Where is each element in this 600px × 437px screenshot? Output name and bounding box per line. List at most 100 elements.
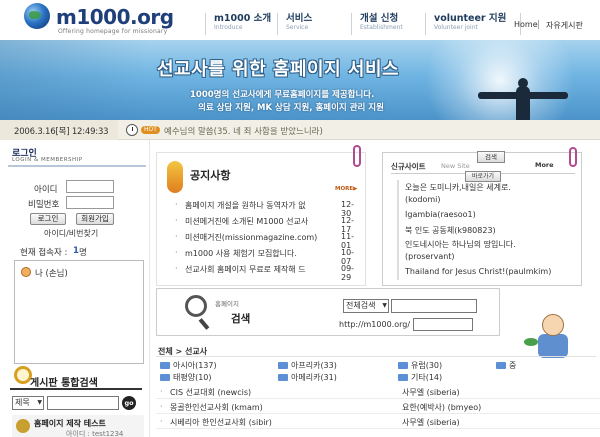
hot-badge: HOT bbox=[141, 126, 160, 134]
directory-row[interactable]: · CIS 선교대회 (newcis) 사무엘 (siberia) bbox=[156, 386, 600, 399]
folder-icon bbox=[278, 362, 288, 369]
homepage-url-input[interactable] bbox=[413, 318, 473, 331]
category-middle[interactable]: 중 bbox=[496, 360, 516, 371]
folder-icon bbox=[278, 374, 288, 381]
notice-item[interactable]: · 미션메거진에 소개된 M1000 선교사 12-17 bbox=[175, 216, 361, 234]
nav-sublabel: Establishment bbox=[360, 24, 403, 31]
new-site-item[interactable]: 북 인도 공동체(k980823) bbox=[405, 225, 496, 236]
left-sidebar: 로그인 LOGIN & MEMBERSHIP 아이디 비밀번호 로그인 회원가입… bbox=[0, 140, 150, 437]
site-name: CIS 선교대회 (newcis) bbox=[170, 388, 252, 397]
category-label: 유럽(30) bbox=[411, 361, 443, 370]
nav-label: m1000 소개 bbox=[214, 13, 272, 24]
notice-item[interactable]: · 홈페이지 개설을 원하나 동역자가 없 12-30 bbox=[175, 200, 361, 218]
notice-more-link[interactable]: MORE▶ bbox=[335, 186, 357, 192]
notice-panel: 공지사항 MORE▶ · 홈페이지 개설을 원하나 동역자가 없 12-30 ·… bbox=[156, 145, 366, 286]
find-account-link[interactable]: 아이디/비번찾기 bbox=[44, 228, 98, 239]
folder-icon bbox=[398, 362, 408, 369]
nav-item-service[interactable]: 서비스 Service bbox=[277, 13, 351, 35]
category-other[interactable]: 기타(14) bbox=[398, 372, 442, 383]
verse-ticker[interactable]: 예수님의 말씀(35. 네 죄 사함을 받았느니라) bbox=[164, 125, 323, 137]
bullet-icon: · bbox=[175, 216, 178, 225]
notice-item-title: 미션매거진(missionmagazine.com) bbox=[185, 233, 318, 242]
board-search-go-button[interactable]: go bbox=[122, 396, 136, 410]
site-owner: 요한(예박사) (bmyeo) bbox=[402, 403, 482, 412]
login-button[interactable]: 로그인 bbox=[30, 213, 66, 225]
new-sites-more-link[interactable]: More bbox=[535, 161, 554, 169]
category-america[interactable]: 아메리카(31) bbox=[278, 372, 337, 383]
directory-row[interactable]: · 몽골한인선교사회 (kmam) 요한(예박사) (bmyeo) bbox=[156, 401, 600, 414]
password-input[interactable] bbox=[66, 196, 114, 209]
homepage-url-prefix: http://m1000.org/ bbox=[339, 320, 411, 329]
visitors-unit: 명 bbox=[79, 248, 87, 258]
statue-head bbox=[518, 78, 528, 88]
nav-sublabel: Introduce bbox=[214, 24, 243, 31]
homepage-go-button[interactable]: 바로가기 bbox=[465, 171, 501, 182]
category-pacific[interactable]: 태평양(10) bbox=[160, 372, 212, 383]
globe-logo-icon[interactable] bbox=[24, 3, 50, 29]
notice-item[interactable]: · 선교사회 홈페이지 무료로 제작해 드 09-29 bbox=[175, 264, 361, 282]
bullet-icon: · bbox=[160, 387, 163, 396]
magnifier-icon bbox=[185, 295, 207, 317]
notice-item-title: m1000 사용 체험기 모집합니다. bbox=[185, 249, 297, 258]
paperclip-icon bbox=[353, 145, 361, 167]
category-asia[interactable]: 아시아(137) bbox=[160, 360, 217, 371]
new-site-item[interactable]: 인도네시아는 하나님의 땅입니다. bbox=[405, 239, 516, 250]
free-board-link[interactable]: 자유게시판 bbox=[546, 20, 583, 31]
board-search-input[interactable] bbox=[47, 396, 119, 410]
site-logo[interactable]: m1000.org bbox=[56, 5, 174, 29]
new-site-item[interactable]: (proservant) bbox=[405, 252, 455, 261]
online-users-list: 나 (손님) bbox=[14, 260, 144, 364]
statue-body bbox=[516, 86, 530, 120]
homepage-search-label-top: 홈페이지 bbox=[215, 300, 239, 308]
test-homepage-banner[interactable]: 홈페이지 제작 테스트 아이디 : test1234 bbox=[12, 415, 144, 437]
bullet-icon: · bbox=[175, 232, 178, 241]
homepage-search-label: 검색 bbox=[231, 313, 251, 325]
new-sites-subtitle: New Site bbox=[441, 162, 470, 170]
bullet-icon: · bbox=[160, 402, 163, 411]
util-divider bbox=[538, 20, 539, 29]
category-label: 태평양(10) bbox=[173, 373, 212, 382]
status-bar: 2006.3.16[목] 12:49:33 HOT 예수님의 말씀(35. 네 … bbox=[0, 120, 600, 140]
clock-icon bbox=[126, 124, 138, 136]
nav-item-establishment[interactable]: 개설 신청 Establishment bbox=[351, 13, 425, 35]
homepage-search-select[interactable]: 전체검색 bbox=[343, 299, 389, 313]
home-link[interactable]: Home bbox=[514, 20, 538, 29]
nav-item-introduce[interactable]: m1000 소개 Introduce bbox=[205, 13, 277, 35]
folder-icon bbox=[398, 374, 408, 381]
banner-text-line-2: 의료 상담 지원, MK 상담 지원, 홈페이지 관리 지원 bbox=[198, 103, 384, 113]
folder-icon bbox=[496, 362, 506, 369]
cartoon-body bbox=[538, 334, 568, 358]
new-site-item[interactable]: 오늘은 도미니카,내일은 세계로. bbox=[405, 182, 511, 193]
nav-label: 서비스 bbox=[286, 13, 313, 24]
search-scope-select[interactable]: 제목 bbox=[12, 396, 44, 410]
visitors-label: 현재 접속자 : bbox=[20, 248, 68, 258]
guest-avatar-icon bbox=[21, 267, 31, 277]
notice-item[interactable]: · 미션매거진(missionmagazine.com) 11-01 bbox=[175, 232, 361, 250]
homepage-search-input[interactable] bbox=[391, 299, 477, 313]
new-site-item[interactable]: (kodomi) bbox=[405, 195, 440, 204]
banner-title: 선교사를 위한 홈페이지 서비스 bbox=[157, 59, 400, 80]
test-homepage-title: 홈페이지 제작 테스트 bbox=[34, 419, 106, 428]
category-africa[interactable]: 아프리카(33) bbox=[278, 360, 337, 371]
nav-sublabel: Service bbox=[286, 24, 309, 31]
homepage-search-button[interactable]: 검색 bbox=[477, 151, 505, 163]
id-input[interactable] bbox=[66, 180, 114, 193]
new-sites-list: 오늘은 도미니카,내일은 세계로. (kodomi) Igambia(raeso… bbox=[397, 180, 575, 280]
folder-icon bbox=[160, 362, 170, 369]
main-content: 공지사항 MORE▶ · 홈페이지 개설을 원하나 동역자가 없 12-30 ·… bbox=[152, 140, 600, 437]
cartoon-head bbox=[542, 314, 564, 336]
bullet-icon: · bbox=[175, 200, 178, 209]
hero-banner: 선교사를 위한 홈페이지 서비스 1000명의 선교사에게 무료홈페이지를 제공… bbox=[0, 40, 600, 120]
directory-row[interactable]: · 시베리아 한인선교사회 (sibir) 사무엘 (siberia) bbox=[156, 416, 600, 429]
bullet-icon: · bbox=[160, 417, 163, 426]
category-label: 아프리카(33) bbox=[291, 361, 337, 370]
new-site-item[interactable]: Thailand for Jesus Christ!(paulmkim) bbox=[405, 267, 551, 276]
new-site-item[interactable]: Igambia(raesoo1) bbox=[405, 210, 476, 219]
category-europe[interactable]: 유럽(30) bbox=[398, 360, 442, 371]
join-button[interactable]: 회원가입 bbox=[76, 213, 114, 225]
board-search-divider bbox=[10, 388, 142, 390]
folder-icon bbox=[160, 374, 170, 381]
notice-item[interactable]: · m1000 사용 체험기 모집합니다. 10-07 bbox=[175, 248, 361, 266]
nav-item-volunteer[interactable]: volunteer 지원 Volunteer joint bbox=[425, 13, 521, 35]
online-user[interactable]: 나 (손님) bbox=[35, 267, 68, 279]
